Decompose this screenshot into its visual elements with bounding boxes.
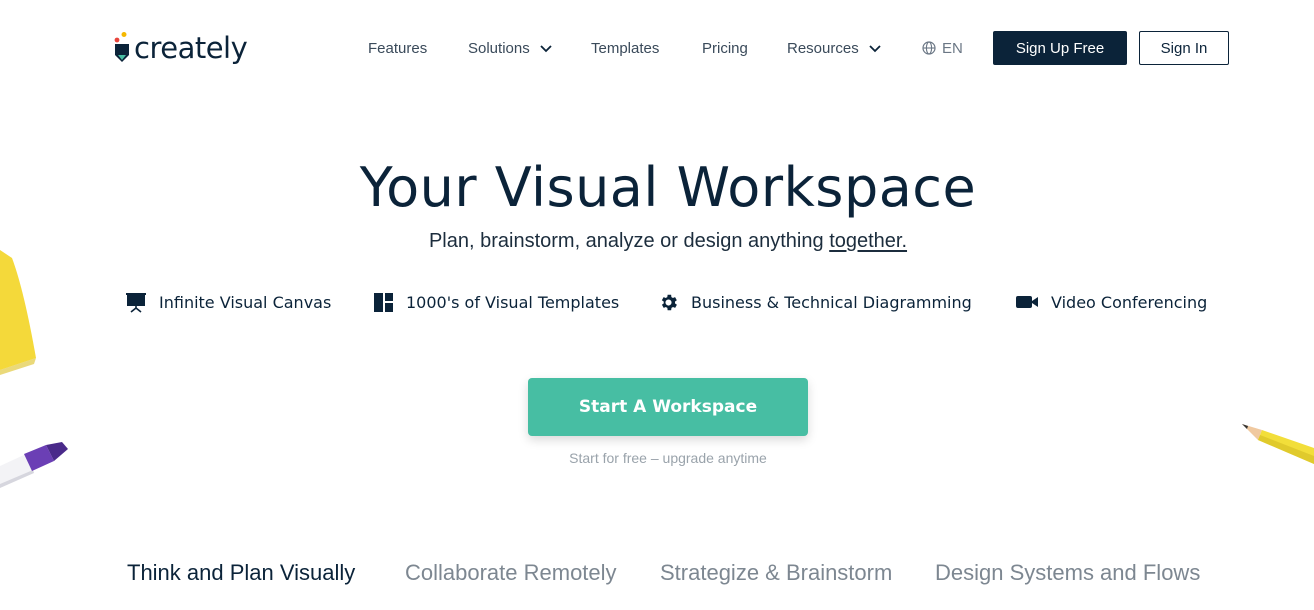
feature-label: Business & Technical Diagramming [691, 292, 972, 312]
nav-features[interactable]: Features [368, 28, 427, 68]
start-workspace-button[interactable]: Start A Workspace [528, 378, 808, 436]
gear-icon [661, 294, 677, 310]
creately-logo[interactable]: creately [112, 28, 248, 68]
chevron-down-icon [540, 45, 552, 53]
sign-in-button[interactable]: Sign In [1139, 31, 1229, 65]
nav-solutions-label: Solutions [468, 39, 530, 57]
feature-video-conferencing: Video Conferencing [1015, 288, 1207, 316]
hero-subtitle: Plan, brainstorm, analyze or design anyt… [0, 230, 1314, 253]
nav-features-label: Features [368, 39, 428, 57]
nav-solutions[interactable]: Solutions [468, 28, 554, 68]
video-camera-icon [1016, 296, 1038, 308]
pencil-illustration [1242, 424, 1314, 464]
tab-design-systems[interactable]: Design Systems and Flows [935, 560, 1200, 586]
nav-templates[interactable]: Templates [591, 28, 659, 68]
language-label: EN [942, 39, 963, 57]
nav-resources-label: Resources [787, 39, 859, 57]
template-grid-icon [374, 292, 393, 312]
feature-infinite-canvas: Infinite Visual Canvas [125, 288, 331, 316]
cta-note: Start for free – upgrade anytime [569, 450, 767, 466]
tab-strategize-brainstorm[interactable]: Strategize & Brainstorm [660, 560, 892, 586]
sticky-note-illustration [0, 250, 36, 375]
feature-label: Video Conferencing [1051, 292, 1208, 312]
presentation-board-icon [126, 293, 146, 313]
globe-icon [922, 41, 936, 55]
logo-mark-icon [112, 31, 132, 65]
nav-pricing[interactable]: Pricing [702, 28, 748, 68]
hero-title: Your Visual Workspace [359, 156, 977, 219]
nav-pricing-label: Pricing [702, 39, 748, 57]
hero-subtitle-emphasis: together. [829, 230, 908, 252]
feature-label: 1000's of Visual Templates [406, 292, 620, 312]
language-selector[interactable]: EN [922, 28, 963, 68]
feature-visual-templates: 1000's of Visual Templates [373, 288, 619, 316]
feature-label: Infinite Visual Canvas [159, 292, 332, 312]
chevron-down-icon [869, 45, 881, 53]
tab-think-and-plan[interactable]: Think and Plan Visually [127, 560, 355, 586]
tab-collaborate-remotely[interactable]: Collaborate Remotely [405, 560, 617, 586]
logo-text: creately [134, 31, 248, 65]
nav-resources[interactable]: Resources [787, 28, 883, 68]
feature-diagramming: Business & Technical Diagramming [658, 288, 972, 316]
sign-up-free-button[interactable]: Sign Up Free [993, 31, 1127, 65]
hero-subtitle-text: Plan, brainstorm, analyze or design anyt… [428, 230, 830, 252]
marker-illustration [0, 442, 68, 488]
nav-templates-label: Templates [591, 39, 660, 57]
